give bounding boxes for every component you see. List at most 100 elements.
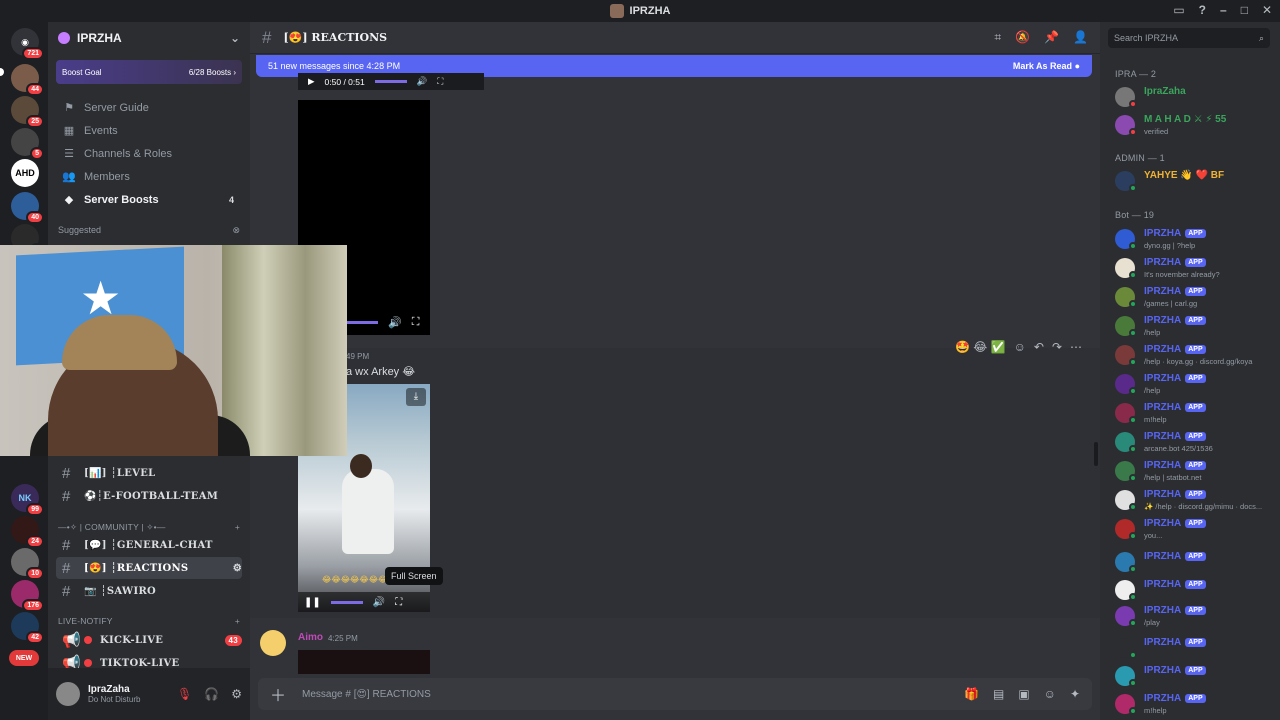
nav-server-boosts[interactable]: ◆ Server Boosts 4 bbox=[56, 188, 242, 211]
close-icon[interactable]: ✕ bbox=[1262, 3, 1272, 17]
avatar[interactable] bbox=[260, 630, 286, 656]
download-icon[interactable]: ⤓ bbox=[406, 388, 426, 406]
pin-icon[interactable]: 📌 bbox=[1044, 30, 1059, 45]
avatar[interactable] bbox=[56, 682, 80, 706]
nav-channels-roles[interactable]: ☰ Channels & Roles bbox=[56, 142, 242, 165]
message-author[interactable]: Aimo bbox=[298, 632, 323, 643]
nav-server-guide[interactable]: ⚑ Server Guide bbox=[56, 96, 242, 119]
add-channel-icon[interactable]: + bbox=[235, 616, 240, 626]
more-icon[interactable]: ⋯ bbox=[1070, 340, 1082, 354]
scrollbar[interactable] bbox=[1094, 442, 1098, 466]
server-icon[interactable]: 5 bbox=[11, 128, 44, 160]
status-dot-icon bbox=[1129, 503, 1137, 511]
server-icon[interactable]: 25 bbox=[11, 96, 44, 128]
bot-member[interactable]: IPRZHA APP bbox=[1115, 550, 1275, 576]
server-icon[interactable]: 10 bbox=[11, 548, 44, 580]
inbox-icon[interactable]: ▭ bbox=[1173, 3, 1184, 17]
volume-icon[interactable]: 🔊 bbox=[373, 597, 385, 608]
channel-settings-icons[interactable]: ⚙ bbox=[233, 563, 242, 574]
category-community[interactable]: —•✧ | COMMUNITY | ✧•— + bbox=[58, 522, 240, 533]
reply-icon[interactable]: ↶ bbox=[1034, 340, 1044, 354]
message-aimo[interactable]: Aimo 4:25 PM bbox=[260, 628, 1090, 674]
message-composer[interactable]: ＋ Message # [😍] REACTIONS 🎁 ▤ ▣ ☺ ✦ bbox=[258, 678, 1092, 710]
bot-member[interactable]: IPRZHA APP It's november already? bbox=[1115, 256, 1275, 282]
bot-member[interactable]: IPRZHA APP arcane.bot 425/1536 bbox=[1115, 430, 1275, 456]
server-icon-nk[interactable]: NK 99 bbox=[11, 484, 44, 516]
channel-level[interactable]: # [📊] ┆LEVEL bbox=[56, 462, 242, 484]
mark-as-read-button[interactable]: Mark As Read bbox=[1013, 61, 1072, 71]
add-attachment-icon[interactable]: ＋ bbox=[270, 682, 286, 706]
channel-e-football-team[interactable]: # ⚽️┆E-FOOTBALL-TEAM bbox=[56, 485, 242, 507]
close-icon[interactable]: ⊗ bbox=[232, 225, 240, 236]
bot-member[interactable]: IPRZHA APP/help bbox=[1115, 314, 1275, 340]
bot-member[interactable]: IPRZHA APP m!help bbox=[1115, 401, 1275, 427]
category-live-notify[interactable]: LIVE-NOTIFY + bbox=[58, 616, 240, 626]
server-header[interactable]: IPRZHA ⌄ bbox=[48, 22, 250, 54]
member-name: IPRZHA bbox=[1144, 315, 1182, 326]
add-channel-icon[interactable]: + bbox=[235, 522, 240, 533]
video-progress[interactable] bbox=[330, 600, 363, 604]
help-icon[interactable]: ? bbox=[1199, 3, 1206, 17]
emoji-icon[interactable]: ☺ bbox=[1044, 687, 1056, 701]
headphones-muted-icon[interactable]: 🎧 bbox=[204, 687, 219, 701]
app-badge: APP bbox=[1185, 518, 1206, 528]
titlebar-controls: ▭ ? – □ ✕ bbox=[1173, 3, 1272, 17]
server-icon-iprzha[interactable]: 44 bbox=[11, 64, 44, 96]
apps-icon[interactable]: ✦ bbox=[1070, 687, 1080, 701]
channel-general-chat[interactable]: # [💬] ┆GENERAL-CHAT bbox=[56, 534, 242, 556]
bot-member[interactable]: IPRZHA APP/help · koya.gg · discord.gg/ko… bbox=[1115, 343, 1275, 369]
sticker-icon[interactable]: ▣ bbox=[1018, 687, 1029, 701]
server-icon[interactable]: 24 bbox=[11, 516, 44, 548]
forward-icon[interactable]: ↷ bbox=[1052, 340, 1062, 354]
server-icon[interactable]: 40 bbox=[11, 192, 44, 224]
member-name: IPRZHA bbox=[1144, 605, 1182, 616]
server-icon[interactable]: 176 bbox=[11, 580, 44, 612]
bot-member[interactable]: IPRZHA APP bbox=[1115, 578, 1275, 604]
fullscreen-icon[interactable]: ⛶ bbox=[412, 316, 420, 329]
add-reaction-icon[interactable]: ☺ bbox=[1014, 340, 1026, 354]
server-icon[interactable]: 42 bbox=[11, 612, 44, 644]
member-list-icon[interactable]: 👤 bbox=[1073, 30, 1088, 45]
channel-kick-live[interactable]: 📢 KICK-LIVE 43 bbox=[56, 629, 242, 651]
bot-member[interactable]: IPRZHA APP bbox=[1115, 664, 1275, 690]
volume-icon[interactable]: 🔊 bbox=[417, 76, 428, 87]
bot-member[interactable]: IPRZHA APP ✨ /help · discord.gg/mimu · doc… bbox=[1115, 488, 1275, 514]
minimize-icon[interactable]: – bbox=[1220, 3, 1227, 17]
bot-member[interactable]: IPRZHA APP/help bbox=[1115, 372, 1275, 398]
nav-members[interactable]: 👥 Members bbox=[56, 165, 242, 188]
fullscreen-icon[interactable]: ⛶ bbox=[395, 597, 402, 608]
play-icon[interactable]: ▶ bbox=[308, 76, 315, 87]
bot-member[interactable]: IPRZHA APP dyno.gg | ?help bbox=[1115, 227, 1275, 253]
quick-reactions[interactable]: 🤩 😂 ✅ bbox=[955, 340, 1006, 354]
boost-goal-bar[interactable]: Boost Goal 6/28 Boosts › bbox=[56, 60, 242, 84]
gear-icon[interactable]: ⚙ bbox=[231, 687, 242, 701]
bot-member[interactable]: IPRZHA APP/games | carl.gg bbox=[1115, 285, 1275, 311]
mic-muted-icon[interactable]: 🎙 bbox=[177, 687, 192, 701]
media-thumbnail[interactable] bbox=[298, 650, 430, 674]
video-progress[interactable] bbox=[346, 320, 378, 324]
notification-bell-icon[interactable]: 🔕 bbox=[1015, 30, 1030, 45]
volume-icon[interactable]: 🔊 bbox=[388, 316, 402, 329]
maximize-icon[interactable]: □ bbox=[1241, 3, 1248, 17]
search-input[interactable]: Search IPRZHA ⌕ bbox=[1108, 28, 1270, 48]
gif-icon[interactable]: ▤ bbox=[993, 687, 1004, 701]
channel-sawiro[interactable]: # 📷 ┆SAWIRO bbox=[56, 580, 242, 602]
nav-events[interactable]: ▦ Events bbox=[56, 119, 242, 142]
bot-member[interactable]: IPRZHA APP/play bbox=[1115, 604, 1275, 630]
channel-reactions[interactable]: # [😍] ┆REACTIONS ⚙ bbox=[56, 557, 242, 579]
bot-member[interactable]: IPRZHA APP you... bbox=[1115, 517, 1275, 543]
bot-member[interactable]: IPRZHA APP/help | statbot.net bbox=[1115, 459, 1275, 485]
bot-member[interactable]: IPRZHA APP m!help bbox=[1115, 692, 1275, 718]
video-progress[interactable] bbox=[374, 80, 407, 83]
bot-member[interactable]: IPRZHA APP bbox=[1115, 636, 1275, 662]
member-ipra-zaha[interactable]: IpraZaha bbox=[1115, 85, 1275, 111]
server-icon-ahd[interactable]: AHD bbox=[11, 159, 39, 187]
home-button[interactable]: ◉ 721 bbox=[11, 28, 44, 60]
active-server-pill bbox=[0, 68, 4, 76]
gift-icon[interactable]: 🎁 bbox=[964, 687, 979, 701]
member-yahye[interactable]: YAHYE 👋 ❤️ BF bbox=[1115, 169, 1275, 195]
pause-icon[interactable]: ❚❚ bbox=[304, 597, 321, 608]
threads-icon[interactable]: ⌗ bbox=[994, 30, 1001, 45]
fullscreen-icon[interactable]: ⛶ bbox=[437, 76, 443, 87]
member-mahad[interactable]: M A H A D ⚔ ⚡ 55 verified bbox=[1115, 113, 1275, 139]
